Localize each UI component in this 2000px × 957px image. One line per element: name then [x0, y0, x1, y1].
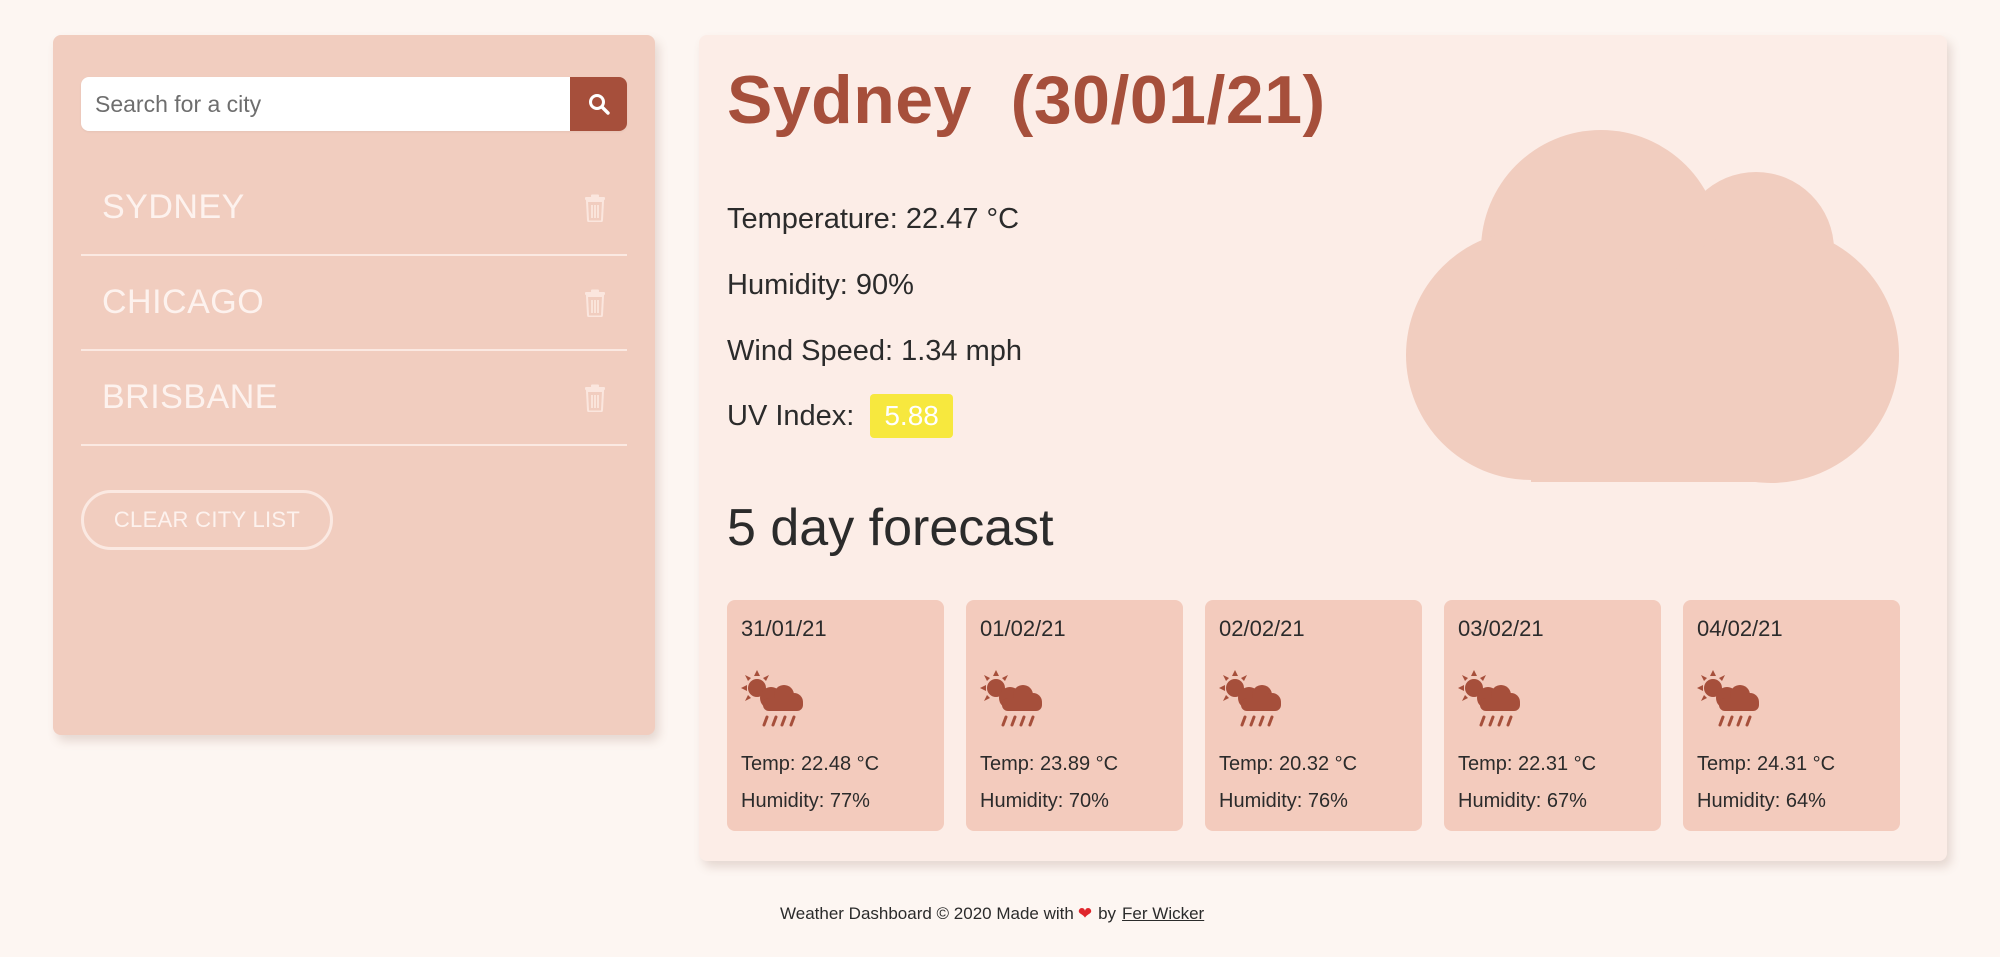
trash-icon	[585, 194, 605, 222]
delete-city-button[interactable]	[583, 383, 607, 413]
sun-cloud-rain-icon	[1697, 670, 1759, 727]
city-list: SYDNEY CHICAGO BRISBANE	[81, 161, 627, 446]
heart-icon: ❤	[1077, 904, 1093, 923]
forecast-card: 01/02/21 Temp: 23.89 °C Humidity: 70%	[966, 600, 1183, 831]
forecast-temp: Temp: 24.31 °C	[1697, 753, 1836, 775]
cloud-icon	[1406, 130, 1899, 483]
search-icon	[588, 94, 610, 115]
author-link[interactable]: Fer Wicker	[1122, 904, 1204, 924]
sun-cloud-rain-icon	[980, 670, 1042, 727]
forecast-date: 03/02/21	[1458, 616, 1544, 641]
forecast-temp: Temp: 23.89 °C	[980, 753, 1119, 775]
footer: Weather Dashboard © 2020 Made with ❤ by …	[780, 904, 1204, 924]
footer-text: Weather Dashboard © 2020 Made with	[780, 904, 1074, 923]
forecast-card: 31/01/21 Temp: 22.48 °C Humidity: 77%	[727, 600, 944, 831]
forecast-card: 03/02/21 Temp: 22.31 °C Humidity: 67%	[1444, 600, 1661, 831]
trash-icon	[585, 289, 605, 317]
page-title: Sydney (30/01/21)	[727, 62, 1326, 138]
forecast-humidity: Humidity: 76%	[1219, 790, 1348, 812]
forecast-heading: 5 day forecast	[727, 499, 1054, 557]
trash-icon	[585, 384, 605, 412]
search-bar	[81, 77, 627, 131]
forecast-humidity: Humidity: 77%	[741, 790, 870, 812]
sun-cloud-rain-icon	[1219, 670, 1281, 727]
city-name: BRISBANE	[102, 378, 278, 416]
delete-city-button[interactable]	[583, 193, 607, 223]
forecast-humidity: Humidity: 67%	[1458, 790, 1587, 812]
forecast-date: 01/02/21	[980, 616, 1066, 641]
temperature-text: Temperature: 22.47 °C	[727, 203, 1020, 235]
uv-index-label: UV Index:	[727, 399, 855, 432]
forecast-humidity: Humidity: 70%	[980, 790, 1109, 812]
forecast-humidity: Humidity: 64%	[1697, 790, 1826, 812]
footer-by: by	[1098, 904, 1117, 923]
weather-panel: Sydney (30/01/21) Temperature: 22.47 °C …	[699, 35, 1947, 861]
forecast-date: 31/01/21	[741, 616, 827, 641]
forecast-date: 04/02/21	[1697, 616, 1783, 641]
clear-city-list-button[interactable]: CLEAR CITY LIST	[81, 490, 333, 550]
uv-index-row: UV Index: 5.88	[727, 394, 953, 438]
search-input[interactable]	[81, 77, 570, 131]
forecast-temp: Temp: 20.32 °C	[1219, 753, 1358, 775]
forecast-date: 02/02/21	[1219, 616, 1305, 641]
forecast-row: 31/01/21 Temp: 22.48 °C Humidity: 77% 01…	[727, 600, 1900, 831]
wind-speed-text: Wind Speed: 1.34 mph	[727, 335, 1023, 367]
forecast-temp: Temp: 22.48 °C	[741, 753, 880, 775]
city-item-sydney[interactable]: SYDNEY	[81, 161, 627, 256]
delete-city-button[interactable]	[583, 288, 607, 318]
city-item-chicago[interactable]: CHICAGO	[81, 256, 627, 351]
sun-cloud-rain-icon	[741, 670, 803, 727]
sun-cloud-rain-icon	[1458, 670, 1520, 727]
forecast-card: 04/02/21 Temp: 24.31 °C Humidity: 64%	[1683, 600, 1900, 831]
city-name: CHICAGO	[102, 283, 265, 321]
forecast-temp: Temp: 22.31 °C	[1458, 753, 1597, 775]
humidity-text: Humidity: 90%	[727, 269, 914, 301]
forecast-card: 02/02/21 Temp: 20.32 °C Humidity: 76%	[1205, 600, 1422, 831]
city-item-brisbane[interactable]: BRISBANE	[81, 351, 627, 446]
uv-index-badge: 5.88	[870, 394, 953, 438]
city-name: SYDNEY	[102, 188, 245, 226]
search-button[interactable]	[570, 77, 627, 131]
city-sidebar: SYDNEY CHICAGO	[53, 35, 655, 735]
